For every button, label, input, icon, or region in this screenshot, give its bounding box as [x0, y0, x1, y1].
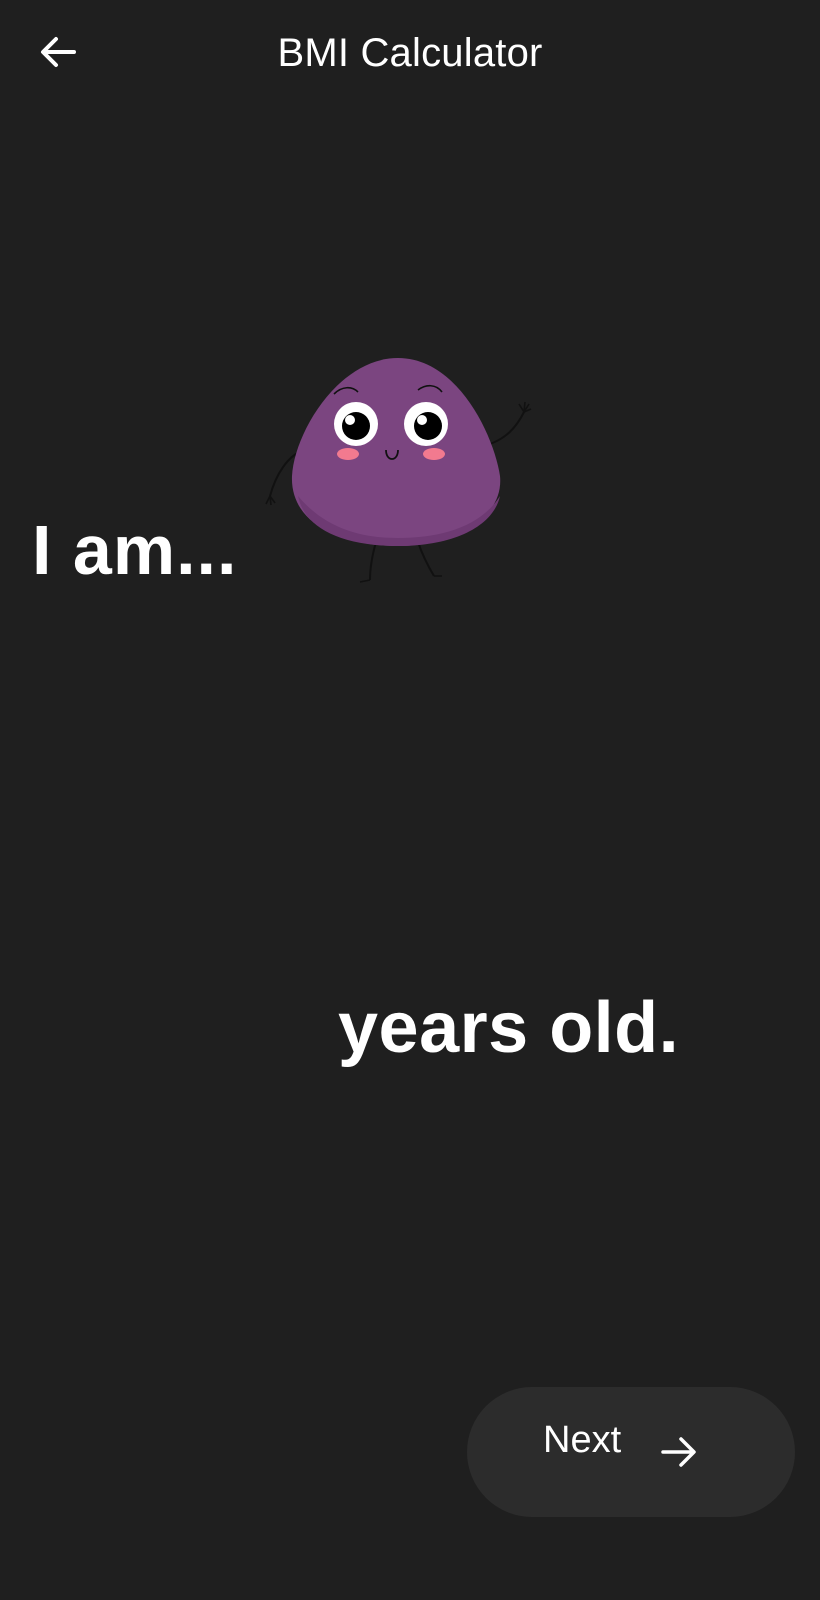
years-old-label: years old. — [338, 988, 680, 1068]
page-title: BMI Calculator — [277, 31, 543, 75]
intro-text: I am... — [32, 511, 238, 589]
mascot-illustration — [265, 358, 532, 583]
arrow-right-icon — [661, 1437, 696, 1467]
next-button[interactable]: Next — [467, 1387, 795, 1517]
age-input[interactable] — [40, 980, 320, 1070]
app-bar: BMI Calculator — [0, 0, 820, 110]
next-button-label: Next — [543, 1419, 622, 1461]
